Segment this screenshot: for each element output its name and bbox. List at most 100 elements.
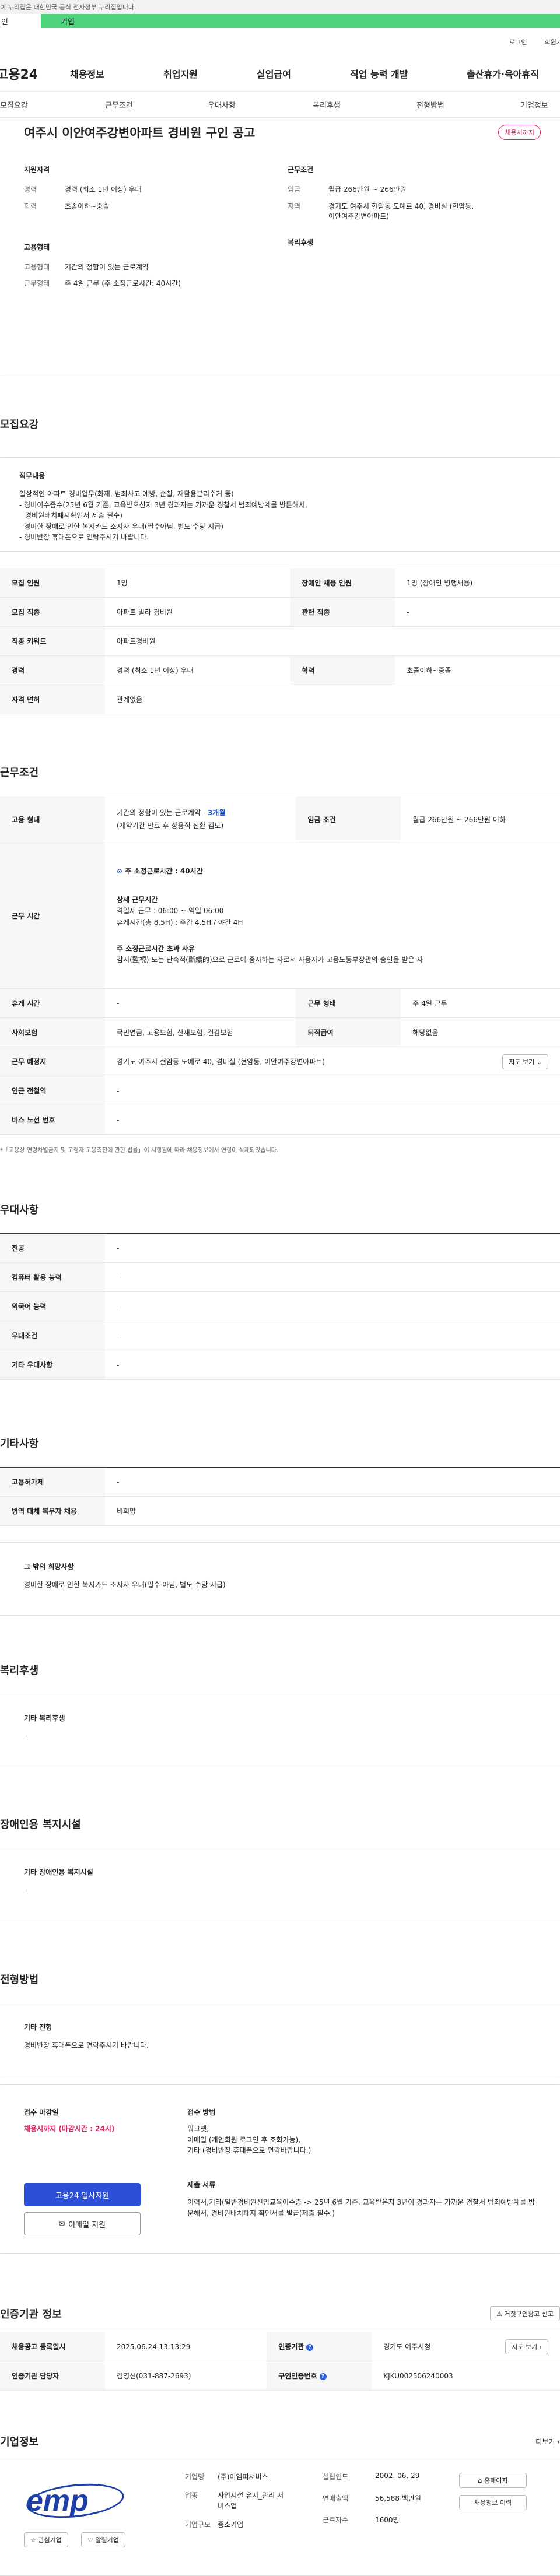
recruit-table: 모집 인원 1명 장애인 채용 인원 1명 (장애인 병행채용) 모집 직종 아파트 빌…: [0, 568, 560, 714]
tab-individual[interactable]: 인: [0, 14, 41, 28]
info-icon[interactable]: ?: [306, 2343, 314, 2351]
cell-key: 자격 면허: [0, 685, 105, 714]
cell-key: 설립연도: [323, 2473, 349, 2481]
cell-key: 경력: [0, 655, 105, 685]
cell-key: 연매출액: [323, 2494, 349, 2503]
cell-value: 중소기업: [218, 2521, 244, 2529]
wage-row: 임금 월급 266만원 ~ 266만원: [288, 185, 544, 195]
no-key-cell: 구인인증번호?: [267, 2361, 372, 2391]
table-row: 외국어 능력 -: [0, 1291, 560, 1321]
etc-box: 그 밖의 희망사항 경미한 장애로 인한 복지카드 소지자 우대(필수 아님, …: [0, 1542, 560, 1616]
etc-table: 고용허가제 - 병역 대체 복무자 채용 비희망: [0, 1467, 560, 1526]
history-button[interactable]: 채용정보 이력: [459, 2495, 527, 2510]
tab-work[interactable]: 근무조건: [105, 99, 133, 110]
gnb-item-training[interactable]: 직업 능력 개발: [350, 66, 467, 80]
table-row: 경력 경력 (최소 1년 이상) 우대 학력 초졸이하~중졸: [0, 655, 560, 685]
company-more-link[interactable]: 더보기 ›: [536, 2437, 560, 2447]
cell-key: 관련 직종: [290, 597, 396, 627]
cell-value: 사업시설 유지_관리 서비스업: [218, 2491, 284, 2510]
site-logo[interactable]: 고용24: [0, 64, 70, 83]
table-row: 전공 -: [0, 1233, 560, 1263]
time-detail-2: 휴게시간(총 8.5H) : 주간 4.5H / 야간 4H: [117, 918, 243, 926]
email-apply-button[interactable]: ✉ 이메일 지원: [24, 2212, 141, 2235]
gnb-menu: 채용정보 취업지원 실업급여 직업 능력 개발 출산휴가·육아휴직: [70, 66, 560, 80]
table-row: 인근 전철역 -: [0, 1076, 560, 1105]
tab-welfare[interactable]: 복리후생: [313, 99, 341, 110]
gnb-item-benefits[interactable]: 실업급여: [257, 66, 350, 80]
duty-box: 직무내용 일상적인 아파트 경비업무(화재, 범죄사고 예방, 순찰, 재활용분…: [0, 457, 560, 552]
homepage-button-label: 홈페이지: [484, 2477, 508, 2484]
utility-bar: 로그인 회원가입: [0, 28, 560, 56]
duty-line: 경비원배치폐지확인서 제출 필수): [25, 511, 123, 520]
disab-box-title: 기타 장애인용 복지시설: [24, 1868, 93, 1876]
worktype-key: 근무형태: [24, 279, 50, 288]
duty-line: - 경비이수증수(25년 6월 기준, 교육받으신지 3년 경과자는 가까운 경…: [19, 500, 307, 509]
table-row: 근무 시간 ⊙ 주 소정근로시간 : 40시간 상세 근무시간 격일제 근무 :…: [0, 843, 560, 989]
tab-select[interactable]: 전형방법: [416, 99, 444, 110]
bell-icon: ♡: [88, 2536, 96, 2544]
emp-period: 3개월: [207, 808, 226, 817]
cell-key: 기업규모: [185, 2521, 211, 2529]
career-row: 경력 경력 (최소 1년 이상) 우대: [24, 185, 269, 195]
cell-key: 인증기관 담당자: [0, 2361, 105, 2391]
etc-box-title: 그 밖의 희망사항: [24, 1563, 74, 1571]
tab-pref[interactable]: 우대사항: [208, 99, 236, 110]
cell-key: 기타 우대사항: [0, 1350, 105, 1380]
cell-key: 임금 조건: [296, 796, 401, 843]
agency-title: 인증기관 정보: [0, 2308, 62, 2321]
table-row: 버스 노선 번호 -: [0, 1105, 560, 1135]
cell-value: -: [105, 1076, 560, 1105]
table-row: 휴게 시간 - 근무 형태 주 4일 근무: [0, 988, 560, 1018]
table-row: 인증기관 담당자 김영신(031-887-2693) 구인인증번호? KJKU0…: [0, 2361, 560, 2391]
table-row: 우대조건 -: [0, 1321, 560, 1350]
duty-line: - 경미한 장애로 인한 복지카드 소지자 우대(필수아님, 별도 수당 지급): [19, 522, 223, 531]
table-row: 직종 키워드 아파트경비원: [0, 626, 560, 656]
table-row: 컴퓨터 활용 능력 -: [0, 1262, 560, 1292]
gnb-item-leave[interactable]: 출산휴가·육아휴직: [467, 66, 560, 80]
company-info-left: 기업명 (주)이엠피서비스 업종 사업시설 유지_관리 서비스업 기업규모 중소기업: [185, 2472, 288, 2530]
gov-banner-text: 이 누리집은 대한민국 공식 전자정부 누리집입니다.: [0, 3, 136, 11]
qual-block: 지원자격 경력 경력 (최소 1년 이상) 우대 학력 초졸이하~중졸 고용형태 고…: [24, 164, 269, 296]
info-icon[interactable]: ?: [319, 2373, 327, 2380]
gnb-item-jobs[interactable]: 채용정보: [70, 66, 163, 80]
cell-key: 모집 직종: [0, 597, 105, 627]
company-header: 기업정보 더보기 ›: [0, 2434, 560, 2449]
agency-table: 채용공고 등록일시 2025.06.24 13:13:29 인증기관? 경기도 …: [0, 2332, 560, 2391]
login-link[interactable]: 로그인: [509, 37, 527, 47]
cell-value: 국민연금, 고용보험, 산재보험, 건강보험: [105, 1017, 296, 1047]
cell-value: -: [395, 597, 560, 627]
siren-icon: ⚠: [496, 2310, 505, 2318]
summary-head: 여주시 이안여주강변아파트 경비원 구인 공고 채용시까지: [0, 118, 560, 141]
report-button[interactable]: ⚠ 거짓구인광고 신고: [490, 2306, 560, 2321]
deadline-value: 채용시까지 (마감시간 : 24시): [24, 2125, 115, 2133]
cell-value: 1명 (장애인 병행채용): [395, 568, 560, 598]
method-title: 접수 방법: [187, 2108, 216, 2117]
cell-value: 관계없음: [105, 685, 560, 714]
star-icon: ☆: [30, 2536, 38, 2544]
cell-key: 인근 전철역: [0, 1076, 105, 1105]
detail-tabs: 모집요강 근무조건 우대사항 복리후생 전형방법 기업정보: [0, 91, 560, 118]
org-key: 인증기관: [278, 2343, 304, 2351]
summary-card: 여주시 이안여주강변아파트 경비원 구인 공고 채용시까지 지원자격 경력 경력 …: [0, 118, 560, 374]
fav-button[interactable]: ☆ 관심기업: [24, 2532, 68, 2547]
table-row: 근무 예정지 경기도 여주시 현암동 도예로 40, 경비실 (현암동, 이안여…: [0, 1047, 560, 1076]
cell-value: -: [105, 1105, 560, 1135]
map-button[interactable]: 지도 보기 ⌄: [502, 1054, 548, 1069]
join-link[interactable]: 회원가입: [545, 37, 560, 47]
gnb-item-support[interactable]: 취업지원: [163, 66, 257, 80]
age-note: *「고용상 연령차별금지 및 고령자 고용촉진에 관한 법률」이 시행됨에 따라…: [0, 1147, 279, 1154]
duty-line: 일상적인 아파트 경비업무(화재, 범죄사고 예방, 순찰, 재활용분리수거 등…: [19, 490, 234, 498]
emptype-value: 기간의 정함이 있는 근로계약: [65, 262, 149, 271]
tab-company[interactable]: 기업: [41, 16, 75, 27]
region-row: 지역 경기도 여주시 현암동 도예로 40, 경비실 (현암동, 이안여주강변아파…: [288, 202, 544, 222]
agency-map-button[interactable]: 지도 보기 ›: [505, 2339, 548, 2354]
follow-button[interactable]: ♡ 알림기업: [81, 2532, 125, 2547]
tab-recruit[interactable]: 모집요강: [0, 99, 28, 110]
homepage-button[interactable]: ⌂ 홈페이지: [459, 2473, 527, 2488]
cond-title: 근무조건: [288, 166, 314, 174]
wage-value: 월급 266만원 ~ 266만원: [328, 185, 407, 194]
company-info-right: 설립연도 2002. 06. 29 연매출액 56,588 백만원 근로자수 1600…: [323, 2472, 421, 2525]
tab-company[interactable]: 기업정보: [520, 99, 548, 110]
welfare-title: 복리후생: [288, 238, 314, 247]
apply-button[interactable]: 고용24 입사지원: [24, 2183, 141, 2206]
